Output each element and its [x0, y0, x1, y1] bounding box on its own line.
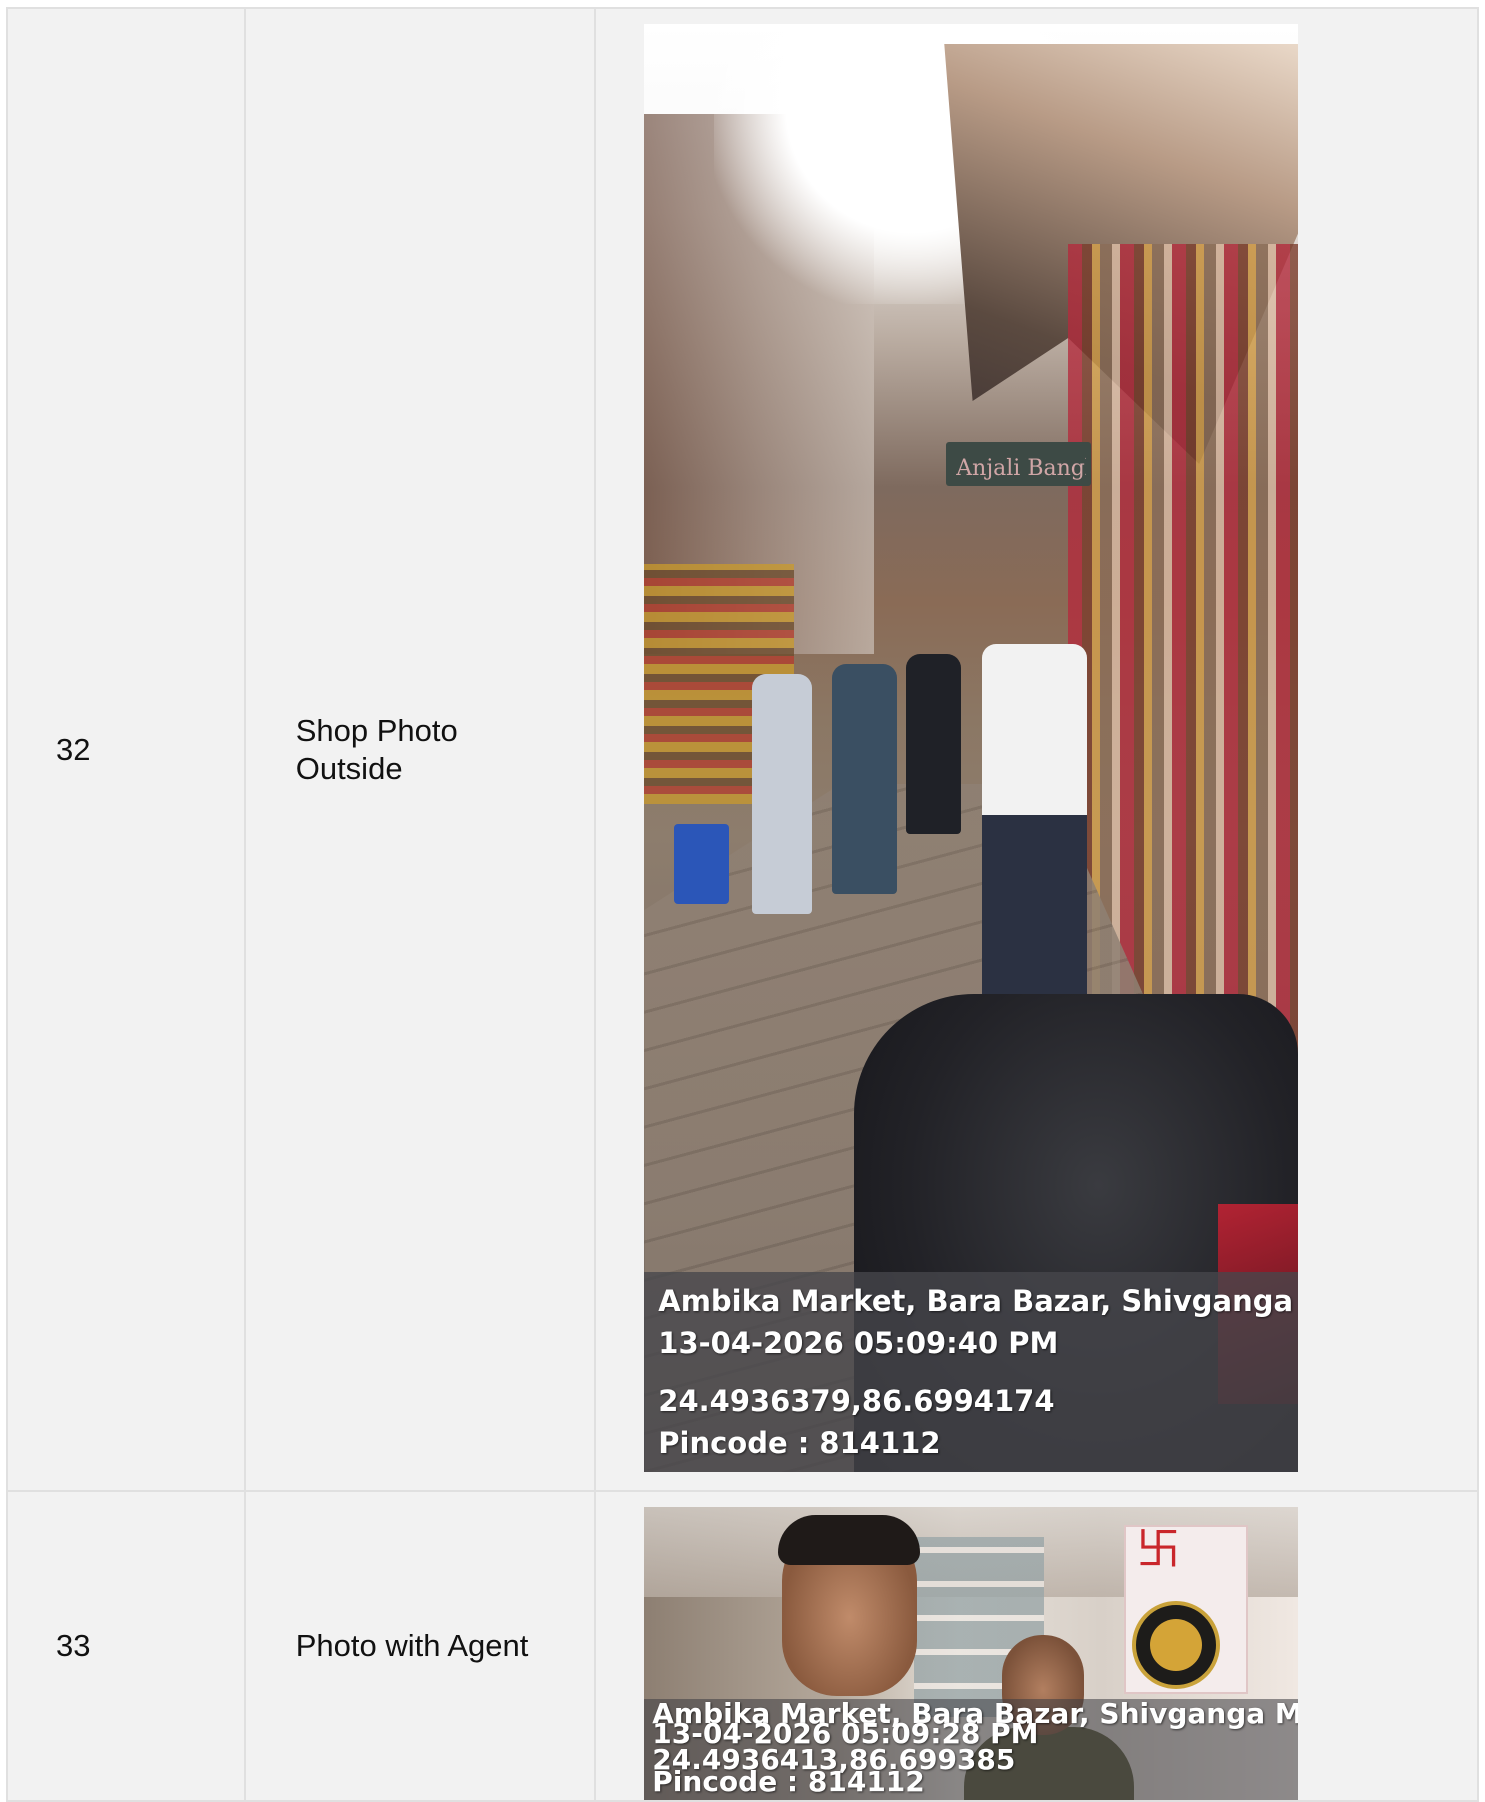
photo-cell: Anjali Bangles Ambika Market, Bara Bazar…	[596, 9, 1479, 1492]
photo-cell: 卐 Ambika Market, Bara Bazar, Shivganga M…	[596, 1492, 1479, 1802]
photo-swastika-symbol: 卐	[1136, 1524, 1181, 1575]
row-number-cell: 33	[8, 1492, 246, 1802]
photo-table: 32 Shop Photo Outside Anjali Bangles	[6, 7, 1479, 1802]
table-row: 32 Shop Photo Outside Anjali Bangles	[8, 9, 1479, 1492]
photo-wall-clock	[1132, 1601, 1221, 1689]
geotag-location: Ambika Market, Bara Bazar, Shivganga Muh…	[658, 1284, 1298, 1318]
row-number-cell: 32	[8, 9, 246, 1492]
row-label-cell: Photo with Agent	[245, 1492, 597, 1802]
row-label: Photo with Agent	[295, 1628, 529, 1663]
photo-person	[982, 644, 1088, 1024]
row-label: Shop Photo Outside	[295, 712, 458, 786]
photo-stool	[674, 824, 730, 904]
row-label-cell: Shop Photo Outside	[245, 9, 597, 1492]
geotag-pincode: Pincode : 814112	[652, 1765, 925, 1798]
photo-person	[752, 674, 813, 914]
photo-person-hair	[778, 1515, 921, 1565]
geotag-coords: 24.4936379,86.6994174	[658, 1384, 1055, 1418]
agent-photo[interactable]: 卐 Ambika Market, Bara Bazar, Shivganga M…	[644, 1507, 1299, 1800]
geotag-pincode: Pincode : 814112	[658, 1426, 941, 1460]
geotag-datetime: 13-04-2026 05:09:40 PM	[658, 1326, 1059, 1360]
row-number: 32	[56, 731, 91, 767]
row-number: 33	[56, 1628, 91, 1663]
table-row: 33 Photo with Agent 卐 Ambika Market, Bar…	[8, 1492, 1479, 1802]
photo-shop-sign: Anjali Bangles	[946, 442, 1092, 486]
photo-person	[832, 664, 898, 894]
photo-geotag-overlay: Ambika Market, Bara Bazar, Shivganga Muh…	[644, 1272, 1299, 1472]
photo-shop-sign-text: Anjali Bangles	[956, 456, 1086, 481]
photo-person	[906, 654, 962, 834]
shop-outside-photo[interactable]: Anjali Bangles Ambika Market, Bara Bazar…	[644, 24, 1299, 1472]
photo-geotag-overlay: Ambika Market, Bara Bazar, Shivganga Muh…	[644, 1699, 1299, 1800]
